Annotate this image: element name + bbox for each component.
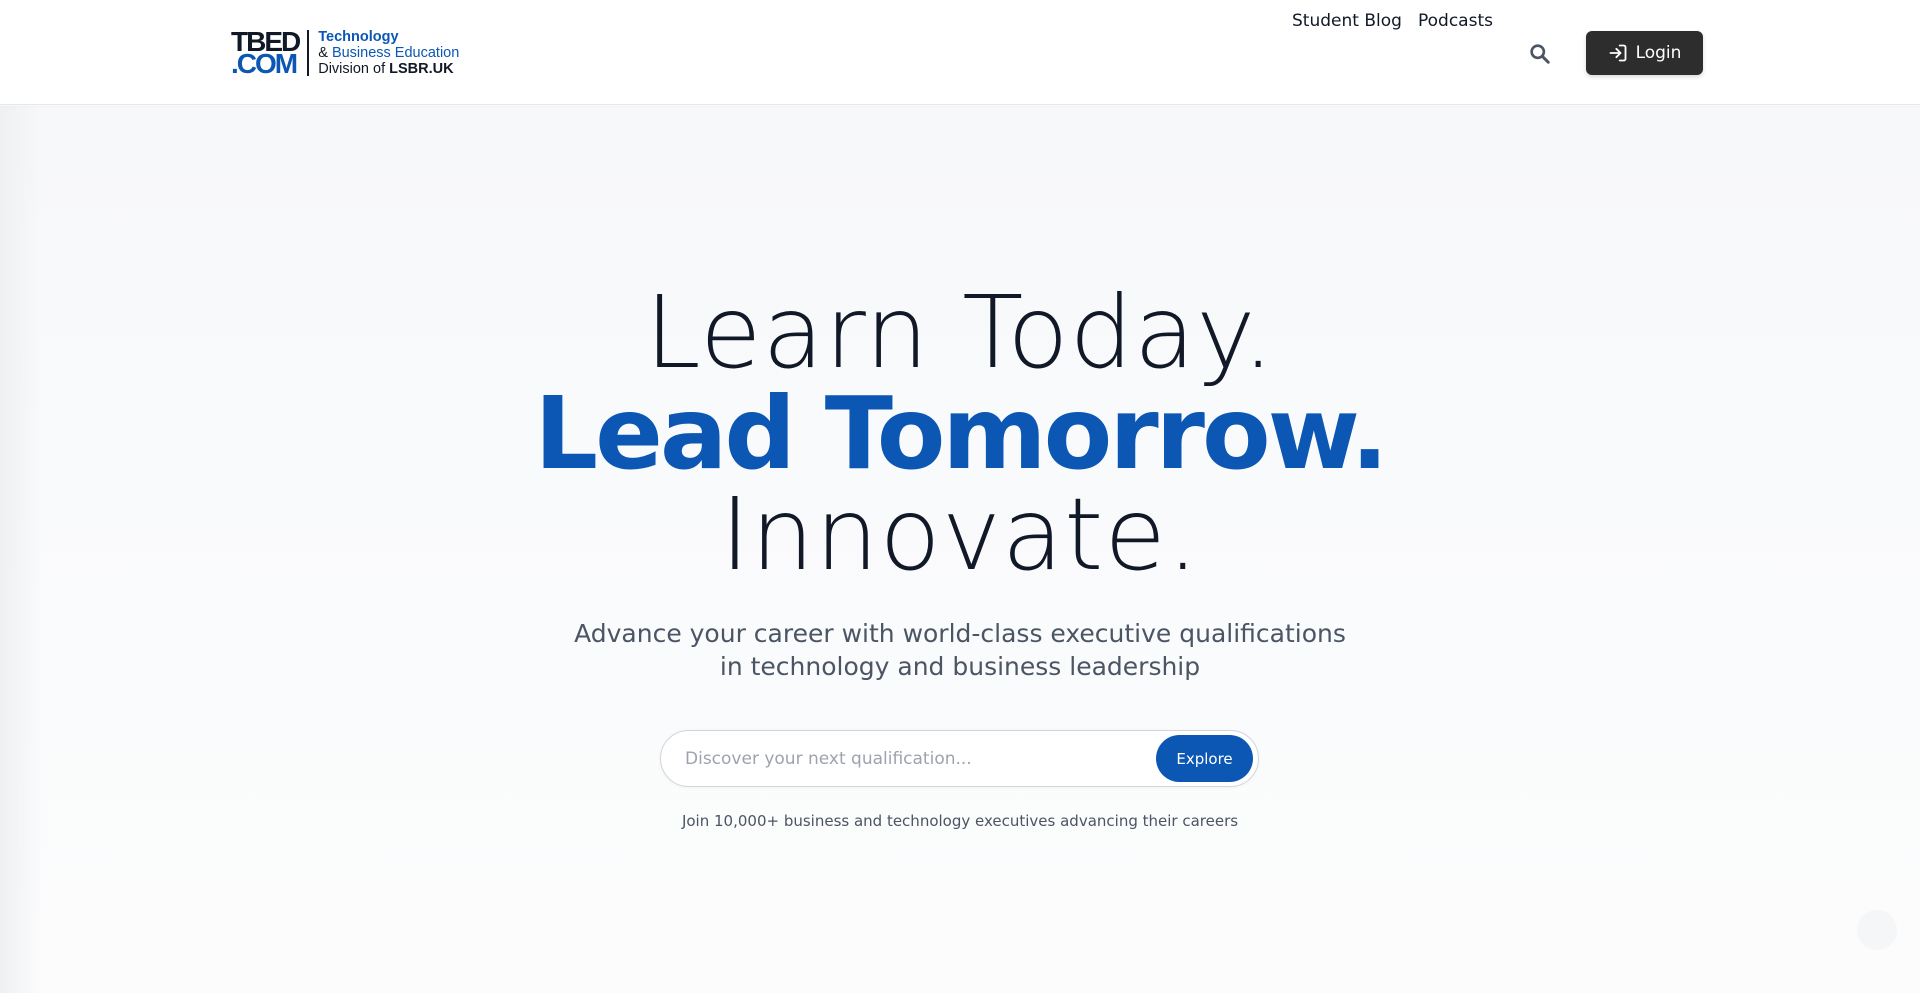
hero-subtitle: Advance your career with world-class exe… — [0, 617, 1920, 683]
logo-amp: & — [318, 45, 332, 61]
login-button[interactable]: Login — [1586, 31, 1703, 75]
hero-headline: Learn Today. Lead Tomorrow. Innovate. — [0, 282, 1920, 585]
chat-widget[interactable] — [1857, 910, 1897, 950]
search-button[interactable] — [1527, 41, 1551, 65]
site-header: TBED .COM Technology & Business Educatio… — [0, 0, 1920, 105]
logo-division-prefix: Division of — [318, 61, 390, 77]
hero-section: Learn Today. Lead Tomorrow. Innovate. Ad… — [0, 106, 1920, 993]
qualification-search-input[interactable] — [661, 731, 1156, 786]
explore-button[interactable]: Explore — [1156, 735, 1253, 782]
qualification-search: Explore — [660, 730, 1259, 787]
logo-business-education: Business Education — [331, 45, 460, 61]
logo-division-name: LSBR.UK — [389, 61, 454, 77]
headline-line-innovate: Innovate. — [720, 476, 1200, 593]
logo-line-technology: Technology — [318, 29, 399, 45]
logo-mark-bottom: .COM — [231, 48, 298, 79]
logo-line-division: Division of LSBR.UK — [318, 61, 459, 77]
subtitle-line-1: Advance your career with world-class exe… — [574, 619, 1346, 648]
site-logo[interactable]: TBED .COM Technology & Business Educatio… — [231, 28, 459, 78]
logo-mark: TBED .COM — [231, 28, 301, 79]
logo-line-business: & Business Education — [318, 45, 459, 61]
subtitle-line-2: in technology and business leadership — [719, 652, 1201, 681]
login-label: Login — [1635, 43, 1682, 63]
logo-text: Technology & Business Education Division… — [318, 29, 459, 77]
search-icon — [1529, 43, 1550, 64]
nav-podcasts[interactable]: Podcasts — [1418, 11, 1493, 31]
headline-line-lead: Lead Tomorrow. — [534, 375, 1388, 492]
logo-divider — [307, 30, 310, 76]
sign-in-icon — [1609, 44, 1626, 62]
nav-student-blog[interactable]: Student Blog — [1292, 11, 1402, 31]
headline-line-learn: Learn Today. — [644, 274, 1276, 391]
social-proof-text: Join 10,000+ business and technology exe… — [681, 812, 1239, 830]
